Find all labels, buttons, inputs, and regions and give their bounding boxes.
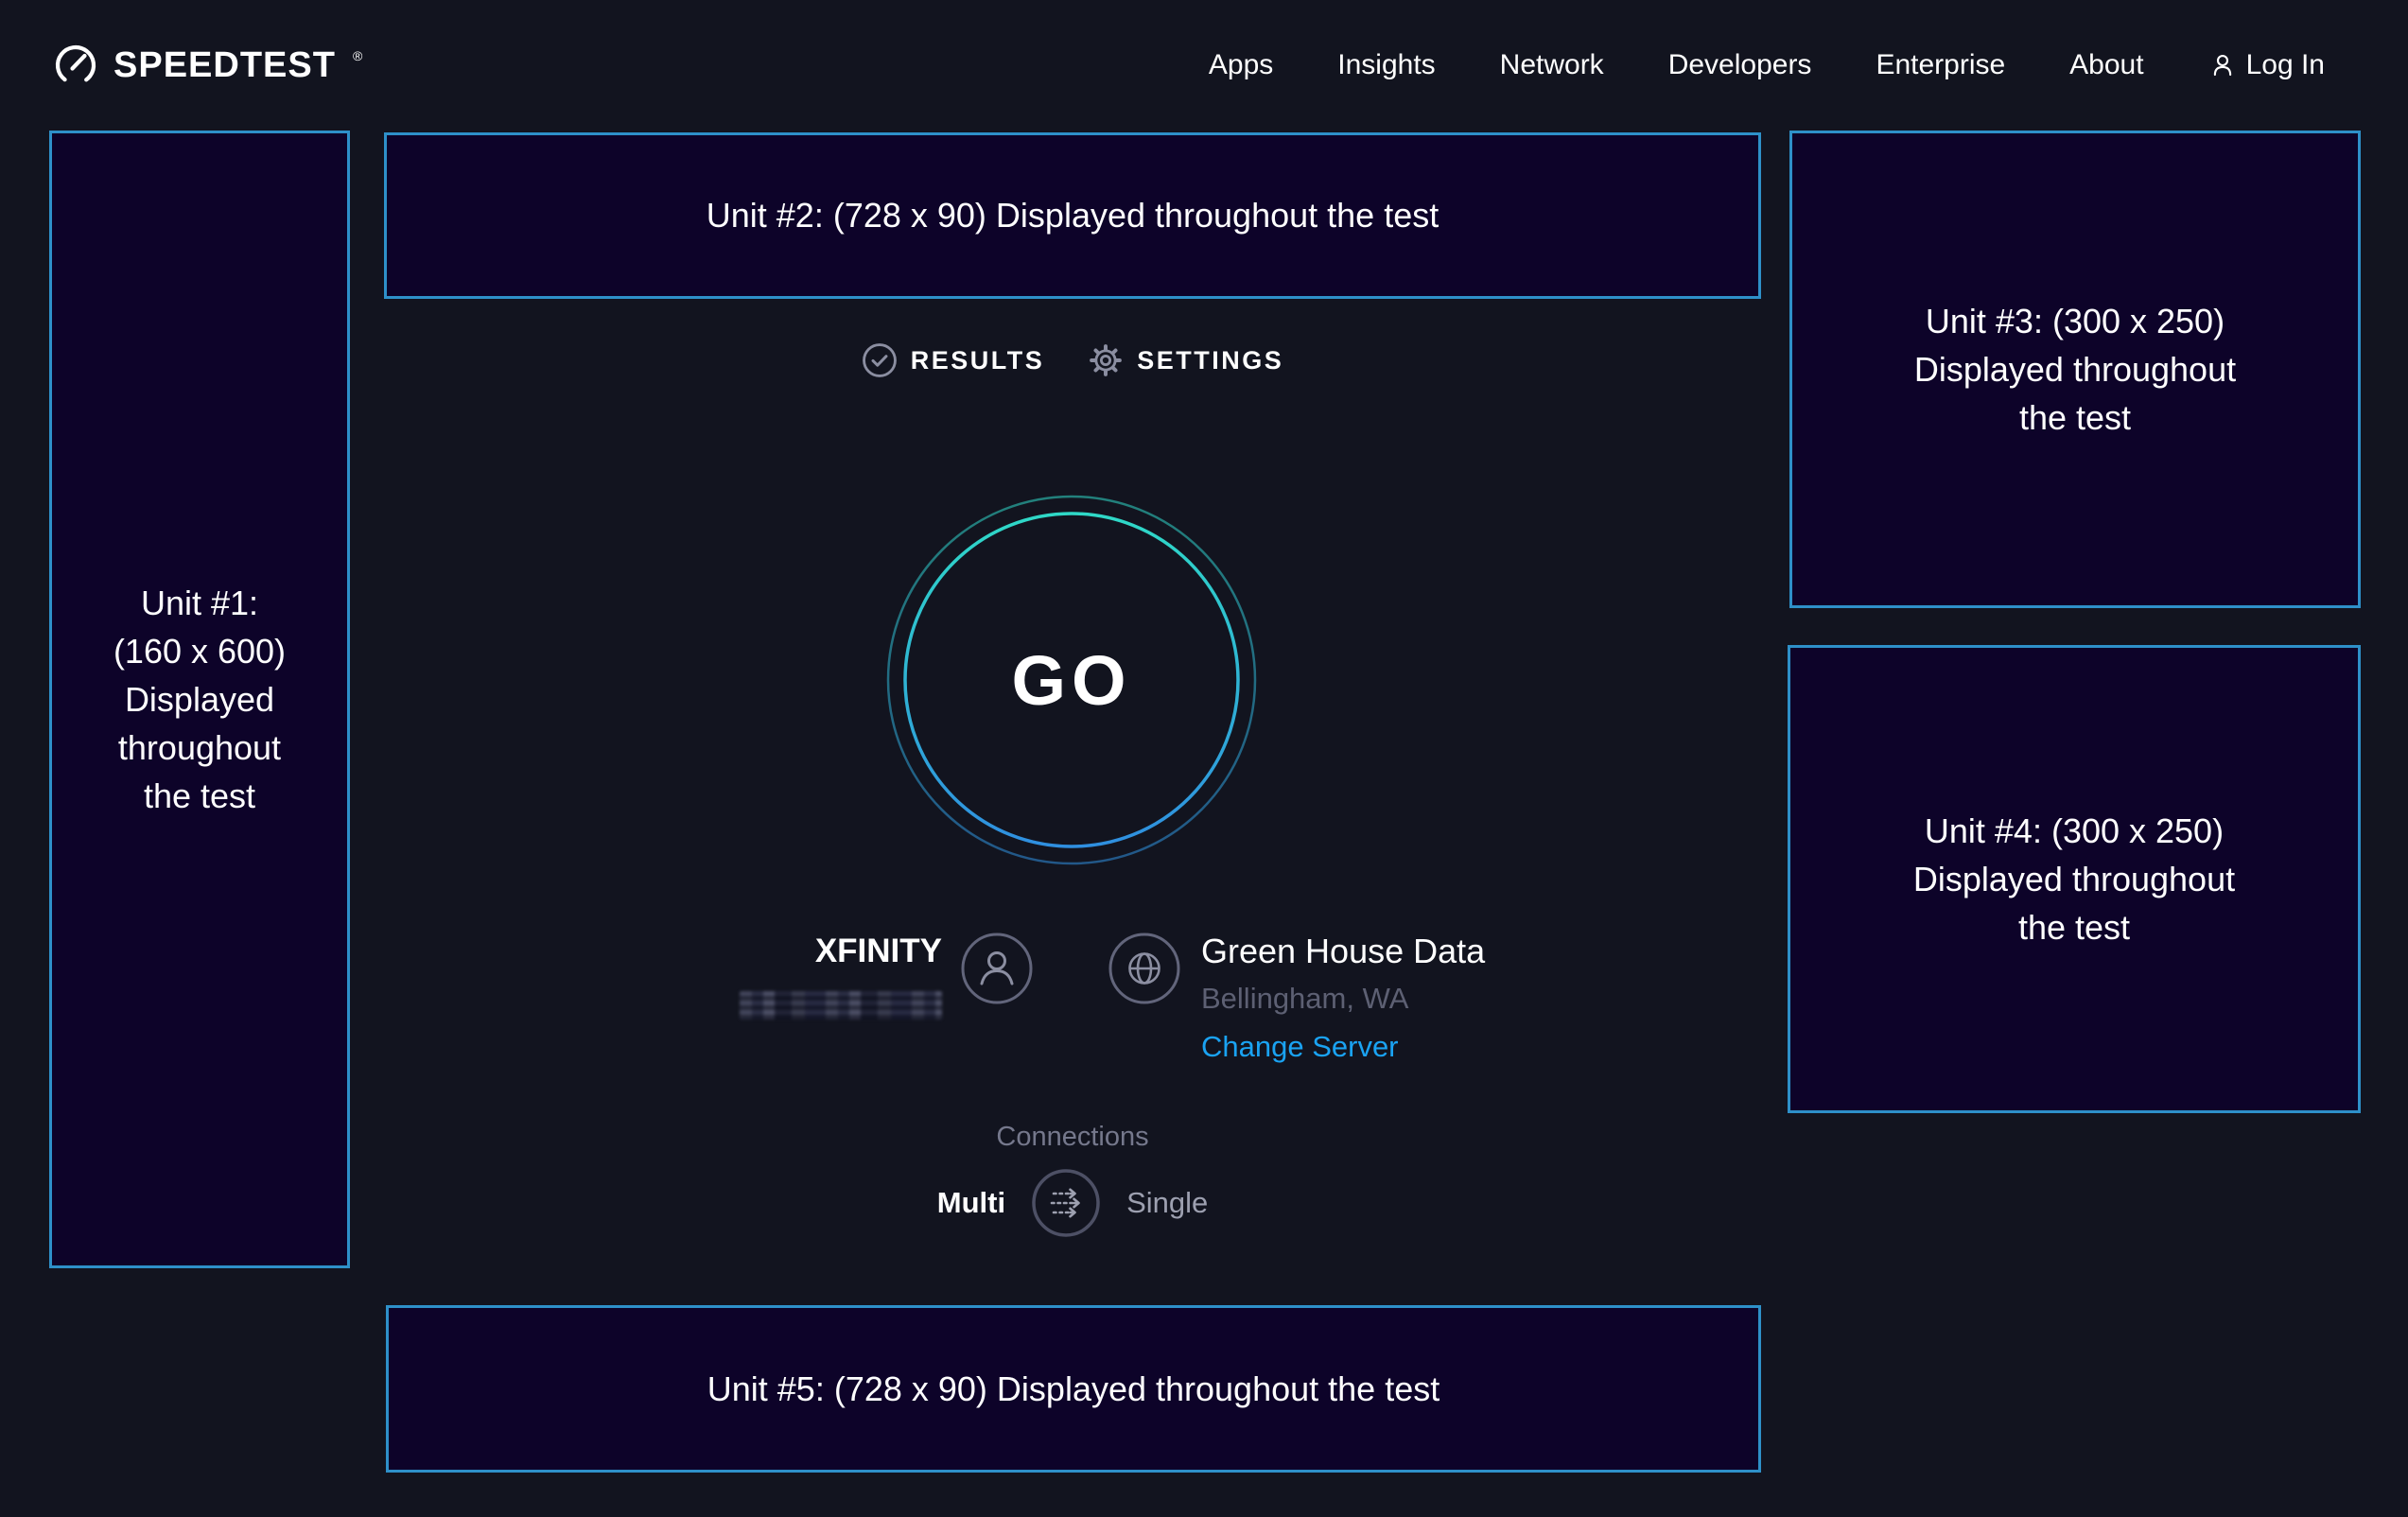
isp-user-icon — [959, 931, 1035, 1006]
nav-item-about[interactable]: About — [2069, 49, 2143, 81]
ad-unit-2[interactable]: Unit #2: (728 x 90) Displayed throughout… — [384, 132, 1761, 299]
top-nav-bar: SPEEDTEST ® Apps Insights Network Develo… — [0, 0, 2408, 131]
multi-connection-toggle-icon[interactable] — [1030, 1167, 1102, 1239]
speedometer-icon — [53, 43, 98, 88]
tab-settings-label: SETTINGS — [1137, 346, 1283, 375]
ad-unit-3-text: Unit #3: (300 x 250) Displayed throughou… — [1914, 297, 2236, 442]
nav-item-apps[interactable]: Apps — [1209, 49, 1273, 81]
go-button-label: GO — [882, 491, 1261, 869]
ad-unit-4-text: Unit #4: (300 x 250) Displayed throughou… — [1913, 807, 2235, 951]
server-globe-icon — [1107, 931, 1182, 1006]
ad-unit-3[interactable]: Unit #3: (300 x 250) Displayed throughou… — [1789, 131, 2361, 608]
server-info: Green House Data Bellingham, WA Change S… — [1201, 933, 1485, 1063]
user-icon — [2208, 51, 2237, 79]
go-button[interactable]: GO — [882, 491, 1261, 869]
connections-label: Connections — [384, 1122, 1761, 1153]
connections-single-option[interactable]: Single — [1126, 1186, 1208, 1220]
tab-settings[interactable]: SETTINGS — [1088, 342, 1283, 378]
nav-item-insights[interactable]: Insights — [1337, 49, 1435, 81]
ad-unit-1[interactable]: Unit #1: (160 x 600) Displayed throughou… — [49, 131, 350, 1268]
ad-unit-5[interactable]: Unit #5: (728 x 90) Displayed throughout… — [386, 1305, 1761, 1473]
speedtest-page: SPEEDTEST ® Apps Insights Network Develo… — [0, 0, 2408, 1517]
nav-item-network[interactable]: Network — [1500, 49, 1604, 81]
results-settings-tabs: RESULTS SETTINGS — [384, 342, 1761, 378]
ad-unit-2-text: Unit #2: (728 x 90) Displayed throughout… — [707, 191, 1439, 239]
server-name: Green House Data — [1201, 933, 1485, 970]
tab-results-label: RESULTS — [911, 346, 1045, 375]
ad-unit-5-text: Unit #5: (728 x 90) Displayed throughout… — [707, 1365, 1440, 1413]
check-circle-icon — [862, 342, 898, 378]
nav-item-enterprise[interactable]: Enterprise — [1876, 49, 2005, 81]
change-server-link[interactable]: Change Server — [1201, 1031, 1485, 1063]
connections-multi-option[interactable]: Multi — [937, 1186, 1005, 1220]
ip-address-redacted — [740, 991, 942, 1020]
connections-toggle-row: Multi Single — [384, 1167, 1761, 1239]
gear-icon — [1088, 342, 1124, 378]
connection-info-row: XFINITY Green House Data Bellingham, WA … — [0, 933, 2408, 1084]
logo-trademark: ® — [353, 48, 362, 63]
login-label: Log In — [2246, 49, 2325, 81]
speedtest-logo[interactable]: SPEEDTEST ® — [53, 43, 362, 88]
isp-name: XFINITY — [662, 933, 942, 970]
ad-unit-1-text: Unit #1: (160 x 600) Displayed throughou… — [113, 579, 286, 821]
main-nav: Apps Insights Network Developers Enterpr… — [1209, 49, 2325, 81]
logo-text: SPEEDTEST — [113, 45, 336, 86]
server-location: Bellingham, WA — [1201, 983, 1485, 1015]
tab-results[interactable]: RESULTS — [862, 342, 1045, 378]
login-button[interactable]: Log In — [2208, 49, 2325, 81]
nav-item-developers[interactable]: Developers — [1668, 49, 1812, 81]
